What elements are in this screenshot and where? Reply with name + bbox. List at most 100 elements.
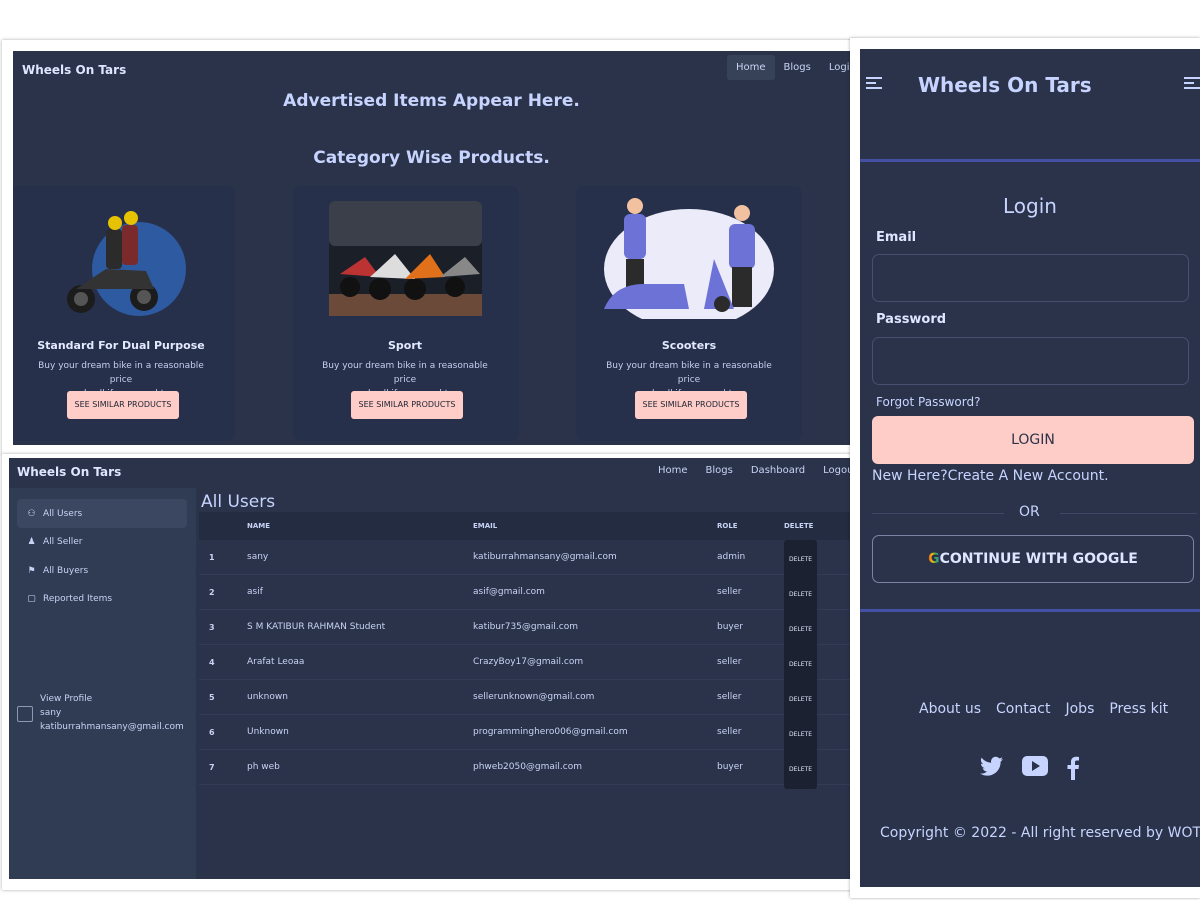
user-email: CrazyBoy17@gmail.com [473,657,584,667]
profile-email: katiburrahmansany@gmail.com [40,722,184,732]
users-icon: ⚇ [27,508,36,519]
login-button[interactable]: LOGIN [872,416,1194,464]
table-row: 1 sany katiburrahmansany@gmail.com admin DEL… [199,540,850,579]
nav-home[interactable]: Home [727,55,775,80]
dashboard-page: Wheels On Tars Home Blogs Dashboard Logo… [9,458,850,879]
user-name: Unknown [247,727,289,737]
user-role: buyer [717,762,743,772]
sidebar-item-label: All Seller [43,536,83,547]
row-number: 3 [209,623,215,632]
table-row: 6 Unknown programminghero006@gmail.com sell… [199,715,850,754]
sidebar-item-all-buyers[interactable]: ⚑ All Buyers [17,556,187,585]
google-icon: G [928,551,940,567]
table-row: 7 ph web phweb2050@gmail.com buyer DELETE [199,750,850,789]
user-email: sellerunknown@gmail.com [473,692,595,702]
user-name: asif [247,587,263,597]
dual-purpose-bike-image [67,211,186,316]
nav-login[interactable]: Login [820,55,850,80]
sport-bikes-image [329,201,482,316]
row-number: 4 [209,658,215,667]
user-name: Arafat Leoaa [247,657,305,667]
menu-icon[interactable] [1184,77,1200,92]
row-number: 2 [209,588,215,597]
users-table-header: NAME EMAIL ROLE DELETE [199,512,850,540]
google-button-label: CONTINUE WITH GOOGLE [939,551,1138,567]
or-separator: OR [872,504,1197,522]
login-page: Wheels On Tars Login Email Password Forg… [860,49,1200,887]
category-card: Scooters Buy your dream bike in a reason… [604,189,774,439]
menu-icon[interactable] [866,77,882,92]
user-role: seller [717,587,742,597]
footer-link-press-kit[interactable]: Press kit [1109,701,1168,717]
sidebar-item-label: All Buyers [43,565,89,576]
avatar[interactable] [17,706,33,722]
column-header: DELETE [784,522,814,530]
view-profile-link[interactable]: View Profile [40,692,184,706]
divider [860,159,1200,162]
brand-logo[interactable]: Wheels On Tars [22,63,126,77]
category-card: Sport Buy your dream bike in a reasonabl… [320,189,490,439]
delete-button[interactable]: DELETE [784,750,818,789]
delete-button[interactable]: DELETE [784,680,818,719]
sidebar: ⚇ All Users ♟ All Seller ⚑ All Buyers ▢ … [9,488,196,879]
column-header: NAME [247,522,271,530]
top-nav: Home Blogs Dashboard Logout [649,458,850,483]
scooter-illustration [604,198,774,319]
brand-logo[interactable]: Wheels On Tars [918,73,1092,97]
see-similar-products-button[interactable]: SEE SIMILAR PRODUCTS [635,391,747,419]
table-row: 5 unknown sellerunknown@gmail.com seller DEL… [199,680,850,719]
nav-dashboard[interactable]: Dashboard [742,458,814,483]
continue-with-google-button[interactable]: GCONTINUE WITH GOOGLE [872,535,1194,583]
user-role: admin [717,552,746,562]
column-header: EMAIL [473,522,498,530]
user-role: seller [717,692,742,702]
row-number: 7 [209,763,215,772]
user-role: seller [717,657,742,667]
footer-link-about[interactable]: About us [919,701,981,717]
table-row: 3 S M KATIBUR RAHMAN Student katibur735@gm… [199,610,850,649]
row-number: 1 [209,553,215,562]
copyright-text: Copyright © 2022 - All right reserved by… [880,825,1200,841]
user-email: katibur735@gmail.com [473,622,578,632]
delete-button[interactable]: DELETE [784,715,818,754]
nav-blogs[interactable]: Blogs [697,458,742,483]
page-title: All Users [201,492,276,512]
twitter-icon[interactable] [980,756,1004,786]
table-row: 4 Arafat Leoaa CrazyBoy17@gmail.com seller D… [199,645,850,684]
column-header: ROLE [717,522,738,530]
or-text: OR [1019,504,1040,520]
see-similar-products-button[interactable]: SEE SIMILAR PRODUCTS [67,391,179,419]
facebook-icon[interactable] [1066,756,1080,786]
profile-name: sany [40,708,62,718]
delete-button[interactable]: DELETE [784,610,818,649]
sidebar-item-all-users[interactable]: ⚇ All Users [17,499,187,528]
password-field[interactable] [872,337,1189,385]
forgot-password-link[interactable]: Forgot Password? [876,395,980,409]
sidebar-item-reported-items[interactable]: ▢ Reported Items [17,584,187,613]
divider [860,609,1200,612]
buyers-icon: ⚑ [27,565,36,576]
brand-logo[interactable]: Wheels On Tars [17,465,121,479]
nav-blogs[interactable]: Blogs [775,55,820,80]
see-similar-products-button[interactable]: SEE SIMILAR PRODUCTS [351,391,463,419]
email-field[interactable] [872,254,1189,302]
sidebar-item-all-seller[interactable]: ♟ All Seller [17,527,187,556]
home-page: Wheels On Tars Home Blogs Login Advertis… [13,51,850,445]
nav-home[interactable]: Home [649,458,697,483]
delete-button[interactable]: DELETE [784,540,818,579]
password-label: Password [876,312,947,327]
row-number: 6 [209,728,215,737]
user-name: S M KATIBUR RAHMAN Student [247,622,386,632]
category-name: Scooters [661,339,717,352]
delete-button[interactable]: DELETE [784,575,818,614]
create-account-link[interactable]: New Here?Create A New Account. [872,468,1109,484]
delete-button[interactable]: DELETE [784,645,818,684]
nav-logout[interactable]: Logout [814,458,850,483]
category-title: Category Wise Products. [313,148,550,168]
row-number: 5 [209,693,215,702]
seller-icon: ♟ [27,536,36,547]
footer-link-jobs[interactable]: Jobs [1065,701,1094,717]
user-name: ph web [247,762,280,772]
footer-link-contact[interactable]: Contact [996,701,1050,717]
youtube-icon[interactable] [1022,756,1048,786]
